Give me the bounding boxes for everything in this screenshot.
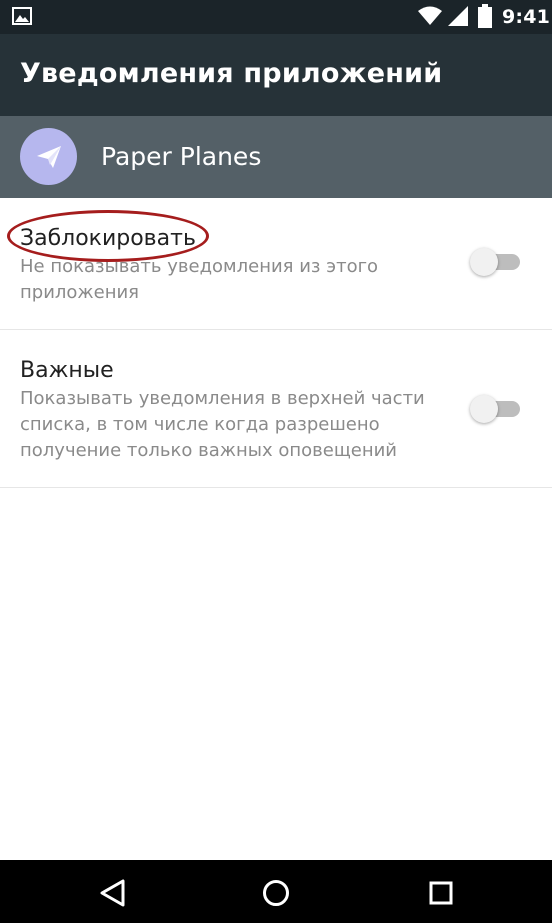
- app-header: Paper Planes: [0, 116, 552, 198]
- navigation-bar: [0, 860, 552, 923]
- block-title: Заблокировать: [20, 226, 196, 251]
- priority-switch[interactable]: [470, 395, 522, 423]
- priority-summary: Показывать уведомления в верхней части с…: [20, 388, 425, 461]
- switch-thumb: [470, 395, 498, 423]
- block-summary: Не показывать уведомления из этого прило…: [20, 256, 379, 303]
- block-preference[interactable]: Заблокировать Не показывать уведомления …: [0, 198, 552, 330]
- gallery-icon: [12, 7, 32, 25]
- app-icon: [20, 128, 77, 185]
- priority-preference[interactable]: Важные Показывать уведомления в верхней …: [0, 330, 552, 488]
- block-switch[interactable]: [470, 248, 522, 276]
- priority-title: Важные: [20, 358, 114, 383]
- status-clock: 9:41: [502, 6, 551, 28]
- wifi-icon: [418, 6, 442, 25]
- battery-icon: [478, 4, 492, 28]
- app-name: Paper Planes: [101, 142, 262, 171]
- status-bar: 9:41: [0, 0, 552, 34]
- app-bar: Уведомления приложений: [0, 34, 552, 116]
- page-title: Уведомления приложений: [20, 58, 443, 89]
- home-icon[interactable]: [261, 878, 291, 908]
- back-icon[interactable]: [98, 878, 128, 908]
- recents-icon[interactable]: [426, 878, 456, 908]
- signal-icon: [448, 6, 468, 26]
- paper-plane-icon: [36, 145, 61, 168]
- switch-thumb: [470, 248, 498, 276]
